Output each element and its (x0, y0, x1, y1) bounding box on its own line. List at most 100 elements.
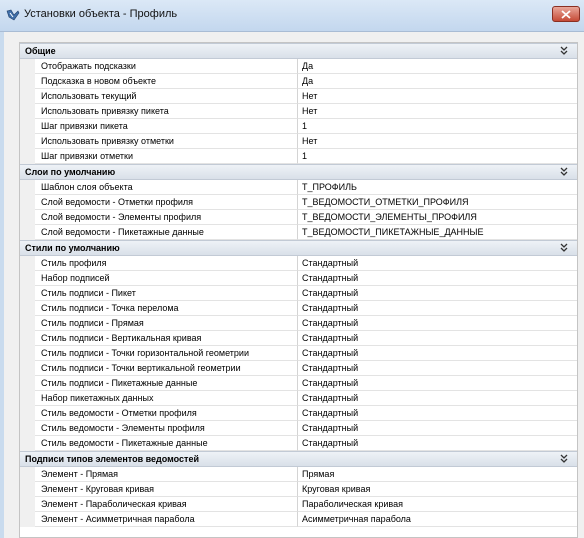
property-row[interactable]: Использовать привязку отметки Нет (20, 134, 577, 149)
section-header[interactable]: Слои по умолчанию (20, 164, 577, 180)
property-row[interactable]: Стиль подписи - Пикет Стандартный (20, 286, 577, 301)
row-gutter (20, 316, 35, 331)
row-gutter (20, 391, 35, 406)
property-value[interactable]: Стандартный (298, 436, 577, 451)
property-name: Отображать подсказки (35, 59, 298, 74)
property-value[interactable]: Круговая кривая (298, 482, 577, 497)
property-section: Слои по умолчанию Шаблон слоя объекта Т_… (20, 164, 577, 240)
row-gutter (20, 331, 35, 346)
property-value[interactable]: Т_ВЕДОМОСТИ_ОТМЕТКИ_ПРОФИЛЯ (298, 195, 577, 210)
property-row[interactable]: Подсказка в новом объекте Да (20, 74, 577, 89)
property-value[interactable]: Стандартный (298, 406, 577, 421)
property-row[interactable]: Шаблон слоя объекта Т_ПРОФИЛЬ (20, 180, 577, 195)
property-row[interactable]: Отображать подсказки Да (20, 59, 577, 74)
collapse-icon[interactable] (559, 454, 569, 464)
property-value[interactable]: 1 (298, 119, 577, 134)
property-name: Шаг привязки пикета (35, 119, 298, 134)
row-gutter (20, 436, 35, 451)
property-name: Стиль ведомости - Элементы профиля (35, 421, 298, 436)
property-row[interactable]: Стиль подписи - Точка перелома Стандартн… (20, 301, 577, 316)
row-gutter (20, 286, 35, 301)
property-value[interactable]: Да (298, 59, 577, 74)
property-value[interactable]: Стандартный (298, 271, 577, 286)
property-name: Использовать привязку отметки (35, 134, 298, 149)
row-gutter (20, 74, 35, 89)
row-gutter (20, 195, 35, 210)
property-row[interactable]: Стиль подписи - Прямая Стандартный (20, 316, 577, 331)
property-name: Подсказка в новом объекте (35, 74, 298, 89)
property-name: Элемент - Параболическая кривая (35, 497, 298, 512)
property-value[interactable]: Стандартный (298, 256, 577, 271)
collapse-icon[interactable] (559, 167, 569, 177)
row-gutter (20, 346, 35, 361)
section-header[interactable]: Общие (20, 43, 577, 59)
property-section: Подписи типов элементов ведомостей Элеме… (20, 451, 577, 527)
property-value[interactable]: Стандартный (298, 391, 577, 406)
property-value[interactable]: Нет (298, 89, 577, 104)
property-row[interactable]: Элемент - Круговая кривая Круговая крива… (20, 482, 577, 497)
section-title: Подписи типов элементов ведомостей (25, 454, 200, 464)
property-row[interactable]: Стиль профиля Стандартный (20, 256, 577, 271)
property-row[interactable]: Стиль подписи - Точки горизонтальной гео… (20, 346, 577, 361)
property-section: Стили по умолчанию Стиль профиля Стандар… (20, 240, 577, 451)
property-row[interactable]: Стиль подписи - Точки вертикальной геоме… (20, 361, 577, 376)
dialog-content: Общие Отображать подсказки Да Подсказка … (4, 32, 584, 538)
property-row[interactable]: Стиль ведомости - Отметки профиля Станда… (20, 406, 577, 421)
row-gutter (20, 225, 35, 240)
property-value[interactable]: Нет (298, 134, 577, 149)
property-row[interactable]: Слой ведомости - Элементы профиля Т_ВЕДО… (20, 210, 577, 225)
property-value[interactable]: Т_ВЕДОМОСТИ_ЭЛЕМЕНТЫ_ПРОФИЛЯ (298, 210, 577, 225)
property-name: Слой ведомости - Элементы профиля (35, 210, 298, 225)
property-value[interactable]: Параболическая кривая (298, 497, 577, 512)
property-name: Использовать привязку пикета (35, 104, 298, 119)
property-value[interactable]: Стандартный (298, 301, 577, 316)
section-header[interactable]: Стили по умолчанию (20, 240, 577, 256)
property-row[interactable]: Стиль подписи - Вертикальная кривая Стан… (20, 331, 577, 346)
close-button[interactable] (552, 6, 580, 22)
window-titlebar[interactable]: Установки объекта - Профиль (0, 0, 584, 32)
property-row[interactable]: Стиль подписи - Пикетажные данные Станда… (20, 376, 577, 391)
row-gutter (20, 104, 35, 119)
property-value[interactable]: Прямая (298, 467, 577, 482)
section-header[interactable]: Подписи типов элементов ведомостей (20, 451, 577, 467)
collapse-icon[interactable] (559, 243, 569, 253)
property-row[interactable]: Набор пикетажных данных Стандартный (20, 391, 577, 406)
property-value[interactable]: Стандартный (298, 286, 577, 301)
property-row[interactable]: Элемент - Асимметричная парабола Асиммет… (20, 512, 577, 527)
property-name: Элемент - Прямая (35, 467, 298, 482)
property-value[interactable]: Т_ПРОФИЛЬ (298, 180, 577, 195)
property-row[interactable]: Шаг привязки отметки 1 (20, 149, 577, 164)
row-gutter (20, 482, 35, 497)
property-value[interactable]: Стандартный (298, 361, 577, 376)
row-gutter (20, 361, 35, 376)
property-row[interactable]: Использовать текущий Нет (20, 89, 577, 104)
row-gutter (20, 210, 35, 225)
property-row[interactable]: Стиль ведомости - Элементы профиля Станд… (20, 421, 577, 436)
property-row[interactable]: Шаг привязки пикета 1 (20, 119, 577, 134)
row-gutter (20, 271, 35, 286)
property-row[interactable]: Использовать привязку пикета Нет (20, 104, 577, 119)
property-row[interactable]: Элемент - Прямая Прямая (20, 467, 577, 482)
property-row[interactable]: Стиль ведомости - Пикетажные данные Стан… (20, 436, 577, 451)
property-value[interactable]: 1 (298, 149, 577, 164)
property-name: Элемент - Асимметричная парабола (35, 512, 298, 527)
property-row[interactable]: Набор подписей Стандартный (20, 271, 577, 286)
row-gutter (20, 497, 35, 512)
property-value[interactable]: Нет (298, 104, 577, 119)
collapse-icon[interactable] (559, 46, 569, 56)
property-value[interactable]: Стандартный (298, 331, 577, 346)
row-gutter (20, 467, 35, 482)
property-name: Использовать текущий (35, 89, 298, 104)
property-value[interactable]: Да (298, 74, 577, 89)
row-gutter (20, 59, 35, 74)
property-value[interactable]: Стандартный (298, 346, 577, 361)
property-name: Стиль ведомости - Пикетажные данные (35, 436, 298, 451)
property-value[interactable]: Стандартный (298, 376, 577, 391)
property-value[interactable]: Т_ВЕДОМОСТИ_ПИКЕТАЖНЫЕ_ДАННЫЕ (298, 225, 577, 240)
property-row[interactable]: Слой ведомости - Отметки профиля Т_ВЕДОМ… (20, 195, 577, 210)
property-value[interactable]: Стандартный (298, 316, 577, 331)
property-row[interactable]: Элемент - Параболическая кривая Параболи… (20, 497, 577, 512)
property-row[interactable]: Слой ведомости - Пикетажные данные Т_ВЕД… (20, 225, 577, 240)
property-value[interactable]: Стандартный (298, 421, 577, 436)
property-value[interactable]: Асимметричная парабола (298, 512, 577, 527)
